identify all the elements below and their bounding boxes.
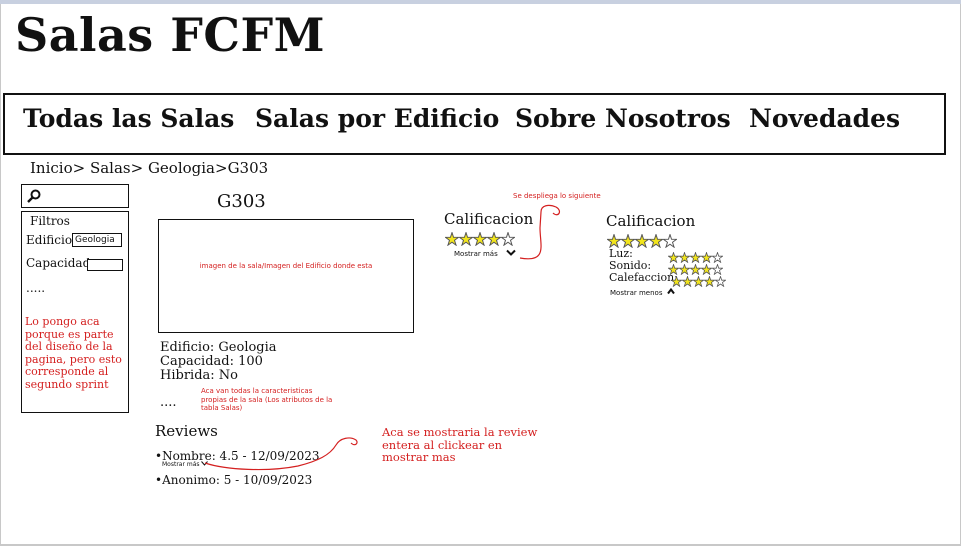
star-filled-icon <box>671 276 682 287</box>
star-filled-icon <box>693 276 704 287</box>
star-filled-icon <box>607 234 621 248</box>
deploy-arrow <box>519 204 561 260</box>
star-empty-icon <box>663 234 677 248</box>
star-filled-icon <box>704 276 715 287</box>
star-filled-icon <box>635 234 649 248</box>
calefaccion-stars <box>671 272 726 291</box>
annotation-arrows <box>204 204 561 471</box>
calefaccion-label: Calefaccion: <box>609 271 678 284</box>
chevron-up-icon <box>666 287 675 295</box>
rating-show-less[interactable]: Mostrar menos <box>610 287 675 297</box>
show-less-label: Mostrar menos <box>610 289 663 297</box>
star-empty-icon <box>715 276 726 287</box>
star-filled-icon <box>621 234 635 248</box>
review-arrow <box>204 437 358 471</box>
rating-title-expanded: Calificacion <box>606 212 696 230</box>
star-filled-icon <box>682 276 693 287</box>
star-filled-icon <box>649 234 663 248</box>
